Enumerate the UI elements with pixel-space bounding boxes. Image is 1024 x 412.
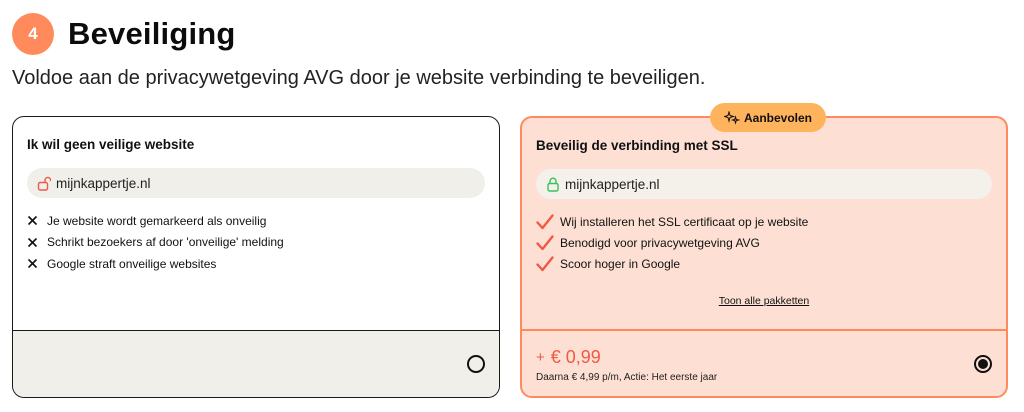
price: € 0,99 (550, 347, 601, 367)
step-number-badge: 4 (12, 13, 54, 55)
list-item: Schrikt bezoekers af door 'onveilige' me… (27, 232, 485, 254)
option-title: Beveilig de verbinding met SSL (536, 138, 738, 153)
option-radio-no-ssl[interactable] (467, 355, 485, 373)
option-card-no-ssl[interactable]: Ik wil geen veilige website mijnkappertj… (12, 116, 500, 398)
list-item: Google straft onveilige websites (27, 253, 485, 275)
step-title: Beveiliging (68, 16, 236, 51)
list-item-text: Je website wordt gemarkeerd als onveilig (47, 213, 267, 228)
list-item-text: Benodigd voor privacywetgeving AVG (560, 235, 760, 250)
list-item: Wij installeren het SSL certificaat op j… (536, 211, 992, 232)
price-row: + € 0,99 (536, 347, 601, 368)
list-item-text: Scoor hoger in Google (560, 256, 681, 271)
option-card-footer: + € 0,99 Daarna € 4,99 p/m, Actie: Het e… (522, 329, 1006, 396)
list-item: Scoor hoger in Google (536, 253, 992, 274)
option-card-body: Ik wil geen veilige website mijnkappertj… (13, 117, 499, 330)
list-item: Benodigd voor privacywetgeving AVG (536, 232, 992, 253)
option-card-ssl[interactable]: Aanbevolen Beveilig de verbinding met SS… (520, 103, 1008, 398)
option-card-footer (13, 330, 499, 397)
list-item-text: Wij installeren het SSL certificaat op j… (560, 214, 809, 229)
option-title: Ik wil geen veilige website (27, 137, 195, 152)
list-item-text: Google straft onveilige websites (47, 256, 217, 271)
show-all-packages-link[interactable]: Toon alle pakketten (522, 295, 1006, 307)
check-icon (536, 213, 556, 230)
check-icon (536, 234, 556, 251)
option-radio-ssl[interactable] (974, 355, 992, 373)
price-note: Daarna € 4,99 p/m, Actie: Het eerste jaa… (536, 372, 718, 383)
locked-lock-icon (547, 177, 559, 192)
domain-text: mijnkappertje.nl (565, 176, 660, 192)
check-icon (536, 255, 556, 272)
step-header: 4 Beveiliging (12, 12, 236, 56)
domain-pill: mijnkappertje.nl (27, 168, 485, 198)
list-item: Je website wordt gemarkeerd als onveilig (27, 210, 485, 232)
domain-text: mijnkappertje.nl (56, 175, 151, 191)
feature-list: Je website wordt gemarkeerd als onveilig… (27, 210, 485, 275)
unlocked-lock-icon (37, 176, 51, 191)
step-subtitle: Voldoe aan de privacywetgeving AVG door … (12, 67, 706, 89)
x-icon (27, 237, 43, 248)
x-icon (27, 215, 43, 226)
price-prefix: + (536, 349, 545, 366)
x-icon (27, 258, 43, 269)
domain-pill: mijnkappertje.nl (536, 169, 992, 199)
feature-list: Wij installeren het SSL certificaat op j… (536, 211, 992, 274)
list-item-text: Schrikt bezoekers af door 'onveilige' me… (47, 235, 284, 250)
option-card-body: Beveilig de verbinding met SSL mijnkappe… (522, 118, 1006, 331)
